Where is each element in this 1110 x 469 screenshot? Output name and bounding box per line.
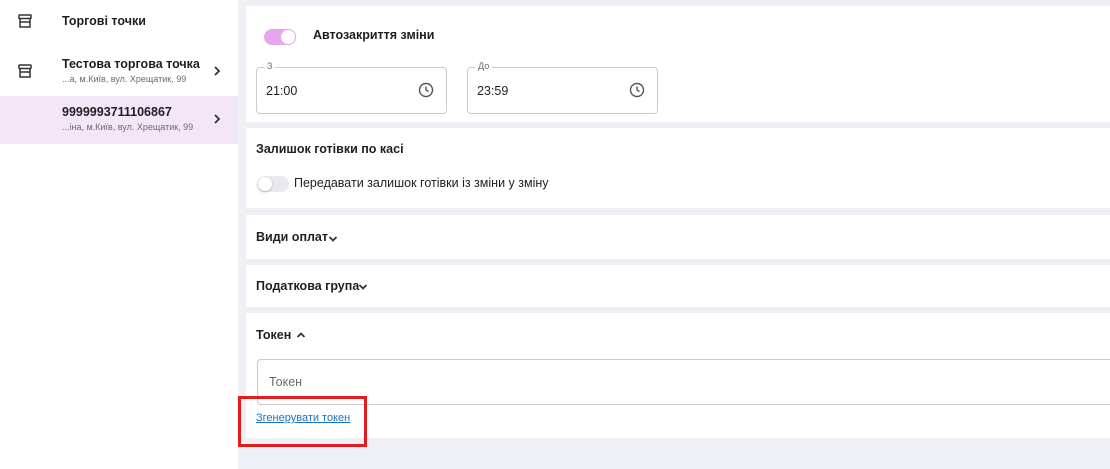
time-to-field[interactable]: До 23:59 — [467, 61, 658, 114]
chevron-right-icon — [214, 66, 221, 76]
highlight-box — [238, 396, 367, 447]
chevron-down-icon — [328, 236, 338, 242]
sidebar-item-cash-register[interactable]: 9999993711106867 ...іна, м.Київ, вул. Хр… — [0, 96, 238, 144]
toggle-knob — [258, 177, 272, 191]
clock-icon[interactable] — [629, 82, 645, 98]
sidebar-item-test-store[interactable]: Тестова торгова точка ...а, м.Київ, вул.… — [0, 48, 238, 96]
cash-transfer-label: Передавати залишок готівки із зміни у зм… — [294, 176, 549, 190]
sidebar: Торгові точки Тестова торгова точка ...а… — [0, 0, 238, 469]
payment-types-title: Види оплат — [256, 230, 329, 244]
auto-close-label: Автозакриття зміни — [313, 28, 435, 42]
chevron-down-icon — [358, 284, 368, 290]
chevron-right-icon — [214, 114, 221, 124]
payment-types-section[interactable]: Види оплат — [246, 215, 1110, 259]
token-title[interactable]: Токен — [256, 328, 291, 342]
time-from-field[interactable]: З 21:00 — [256, 61, 447, 114]
time-to-value: 23:59 — [477, 84, 509, 98]
time-to-legend: До — [475, 61, 493, 71]
clock-icon[interactable] — [418, 82, 434, 98]
tax-group-title: Податкова група — [256, 279, 360, 293]
cash-balance-title: Залишок готівки по касі — [256, 142, 404, 156]
time-from-legend: З — [264, 61, 276, 71]
auto-close-card: Автозакриття зміни З 21:00 До 23:59 — [246, 6, 1110, 122]
chevron-up-icon[interactable] — [296, 331, 306, 339]
tax-group-section[interactable]: Податкова група — [246, 265, 1110, 307]
app-root: Торгові точки Тестова торгова точка ...а… — [0, 0, 1110, 469]
token-input[interactable] — [257, 359, 1110, 405]
token-section: Токен — [246, 313, 1110, 438]
sidebar-header[interactable]: Торгові точки — [0, 0, 238, 44]
cash-transfer-toggle[interactable] — [257, 176, 289, 192]
store-icon — [18, 64, 32, 78]
store-icon — [18, 14, 32, 28]
auto-close-toggle[interactable] — [264, 29, 296, 45]
sidebar-item-address: ...іна, м.Київ, вул. Хрещатик, 99 — [62, 122, 194, 132]
time-from-value: 21:00 — [266, 84, 298, 98]
sidebar-item-title: 9999993711106867 — [62, 105, 172, 119]
cash-balance-card: Залишок готівки по касі Передавати залиш… — [246, 128, 1110, 208]
sidebar-item-title: Тестова торгова точка — [62, 57, 200, 71]
sidebar-item-address: ...а, м.Київ, вул. Хрещатик, 99 — [62, 74, 187, 84]
sidebar-header-title: Торгові точки — [62, 14, 146, 28]
toggle-knob — [281, 30, 295, 44]
